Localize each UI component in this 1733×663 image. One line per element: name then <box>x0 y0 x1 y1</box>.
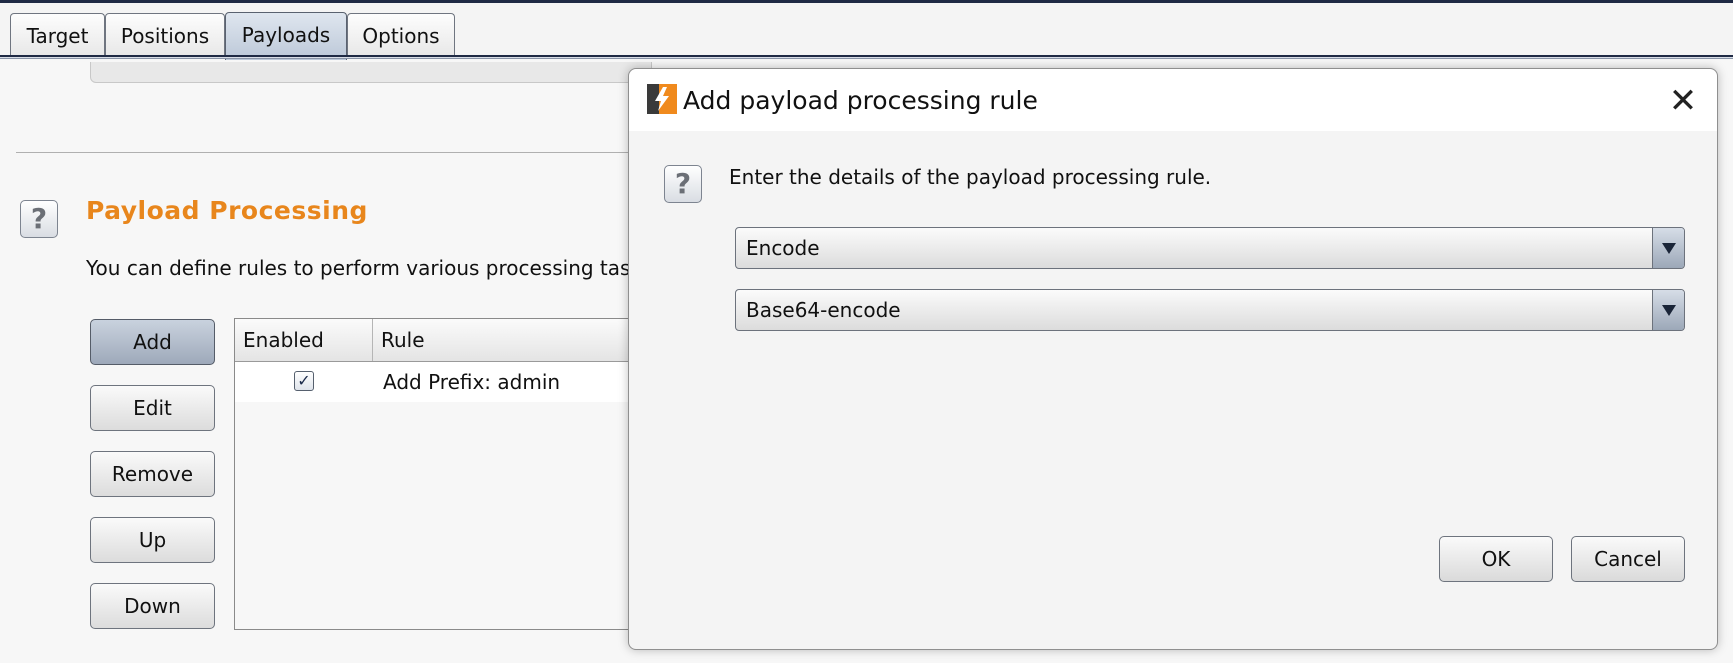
table-header: Enabled Rule <box>235 319 653 362</box>
cancel-button[interactable]: Cancel <box>1571 536 1685 582</box>
edit-button[interactable]: Edit <box>90 385 215 431</box>
rule-type-value: Encode <box>746 236 820 260</box>
remove-button[interactable]: Remove <box>90 451 215 497</box>
table-row[interactable]: ✓ Add Prefix: admin <box>235 362 653 402</box>
tab-underline <box>0 55 1733 59</box>
triangle-down-icon[interactable] <box>1652 290 1684 330</box>
question-mark-icon[interactable]: ? <box>20 200 58 238</box>
ok-button[interactable]: OK <box>1439 536 1553 582</box>
encoding-select[interactable]: Base64-encode <box>735 289 1685 331</box>
down-button[interactable]: Down <box>90 583 215 629</box>
up-button[interactable]: Up <box>90 517 215 563</box>
rule-type-select[interactable]: Encode <box>735 227 1685 269</box>
dialog-message: Enter the details of the payload process… <box>729 165 1212 189</box>
tab-target[interactable]: Target <box>10 13 105 59</box>
previous-panel-edge <box>90 62 652 83</box>
question-mark-icon[interactable]: ? <box>664 165 702 203</box>
rule-cell: Add Prefix: admin <box>383 370 561 394</box>
column-header-rule[interactable]: Rule <box>373 319 655 361</box>
burp-lightning-icon <box>647 84 677 114</box>
section-title: Payload Processing <box>86 196 368 225</box>
section-description: You can define rules to perform various … <box>86 256 643 280</box>
dialog-titlebar[interactable]: Add payload processing rule ✕ <box>629 69 1717 131</box>
close-icon[interactable]: ✕ <box>1663 81 1703 121</box>
enabled-checkbox[interactable]: ✓ <box>294 371 314 391</box>
tab-positions[interactable]: Positions <box>105 13 225 59</box>
tab-payloads[interactable]: Payloads <box>225 12 347 60</box>
triangle-down-icon[interactable] <box>1652 228 1684 268</box>
add-button[interactable]: Add <box>90 319 215 365</box>
tab-options[interactable]: Options <box>347 13 455 59</box>
tab-bar: Target Positions Payloads Options <box>0 0 1733 60</box>
section-divider <box>16 152 636 153</box>
column-header-enabled[interactable]: Enabled <box>235 319 373 361</box>
add-rule-dialog: Add payload processing rule ✕ ? Enter th… <box>628 68 1718 650</box>
encoding-value: Base64-encode <box>746 298 901 322</box>
dialog-title: Add payload processing rule <box>683 86 1038 115</box>
rules-table[interactable]: Enabled Rule ✓ Add Prefix: admin <box>234 318 654 630</box>
